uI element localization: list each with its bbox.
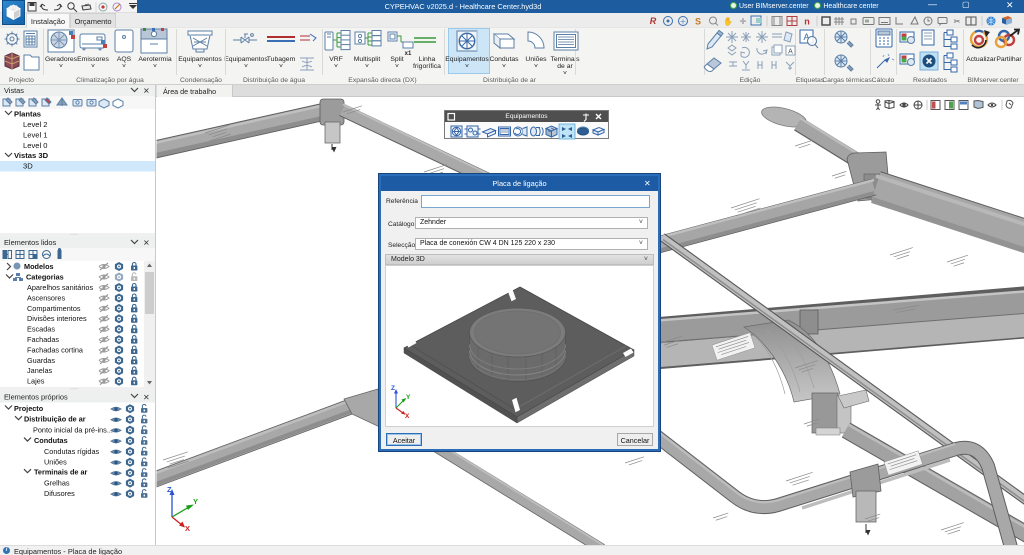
- svg-text:Distribuição de ar: Distribuição de ar: [24, 415, 86, 424]
- svg-text:Condutas: Condutas: [34, 436, 68, 445]
- svg-text:✕: ✕: [143, 87, 150, 96]
- svg-text:Categorias: Categorias: [26, 273, 64, 282]
- svg-text:Compartimentos: Compartimentos: [27, 304, 81, 313]
- svg-text:Fachadas cortina: Fachadas cortina: [27, 345, 84, 354]
- svg-text:R: R: [650, 16, 657, 26]
- svg-text:Z: Z: [391, 385, 395, 392]
- svg-text:Vistas 3D: Vistas 3D: [14, 151, 49, 160]
- svg-text:Grelhas: Grelhas: [44, 478, 70, 487]
- svg-text:S: S: [695, 17, 701, 27]
- svg-text:Plantas: Plantas: [14, 110, 41, 119]
- svg-text:3D: 3D: [23, 162, 33, 171]
- svg-text:Condutas rígidas: Condutas rígidas: [44, 447, 100, 456]
- svg-text:x1: x1: [405, 51, 412, 57]
- svg-text:Aparelhos sanitários: Aparelhos sanitários: [27, 283, 93, 292]
- svg-text:Projecto: Projecto: [14, 404, 44, 413]
- svg-text:Divisões interiores: Divisões interiores: [27, 314, 87, 323]
- svg-text:Uniões: Uniões: [44, 458, 67, 467]
- svg-text:Terminais de ar: Terminais de ar: [34, 468, 88, 477]
- svg-text:✕: ✕: [143, 239, 150, 248]
- svg-text:X: X: [405, 413, 410, 420]
- svg-text:Z: Z: [167, 485, 172, 494]
- svg-text:Guardas: Guardas: [27, 356, 55, 365]
- svg-text:Y: Y: [193, 497, 198, 506]
- svg-text:Janelas: Janelas: [27, 366, 53, 375]
- svg-text:✋: ✋: [723, 16, 733, 26]
- svg-text:X: X: [185, 524, 190, 533]
- svg-text:Elementos próprios: Elementos próprios: [4, 393, 68, 402]
- svg-text:Y: Y: [406, 394, 411, 401]
- svg-text:＋: ＋: [680, 18, 687, 26]
- svg-text:Level 0: Level 0: [23, 141, 48, 150]
- svg-text:Level 2: Level 2: [23, 120, 48, 129]
- svg-text:Escadas: Escadas: [27, 325, 55, 334]
- svg-text:Elementos lidos: Elementos lidos: [4, 238, 56, 247]
- svg-text:Difusores: Difusores: [44, 489, 75, 498]
- svg-text:✕: ✕: [143, 393, 150, 402]
- svg-text:Ascensores: Ascensores: [27, 293, 65, 302]
- svg-text:Ponto inicial da pré-ins...: Ponto inicial da pré-ins...: [33, 425, 113, 434]
- svg-text:Level 1: Level 1: [23, 130, 48, 139]
- svg-text:✂: ✂: [954, 17, 961, 26]
- svg-text:Fachadas: Fachadas: [27, 335, 59, 344]
- svg-text:✛: ✛: [740, 17, 747, 26]
- svg-text:A: A: [788, 49, 793, 56]
- svg-text:Lajes: Lajes: [27, 377, 45, 386]
- svg-text:n: n: [804, 17, 810, 27]
- svg-text:Vistas: Vistas: [4, 86, 24, 95]
- svg-text:Modelos: Modelos: [24, 262, 54, 271]
